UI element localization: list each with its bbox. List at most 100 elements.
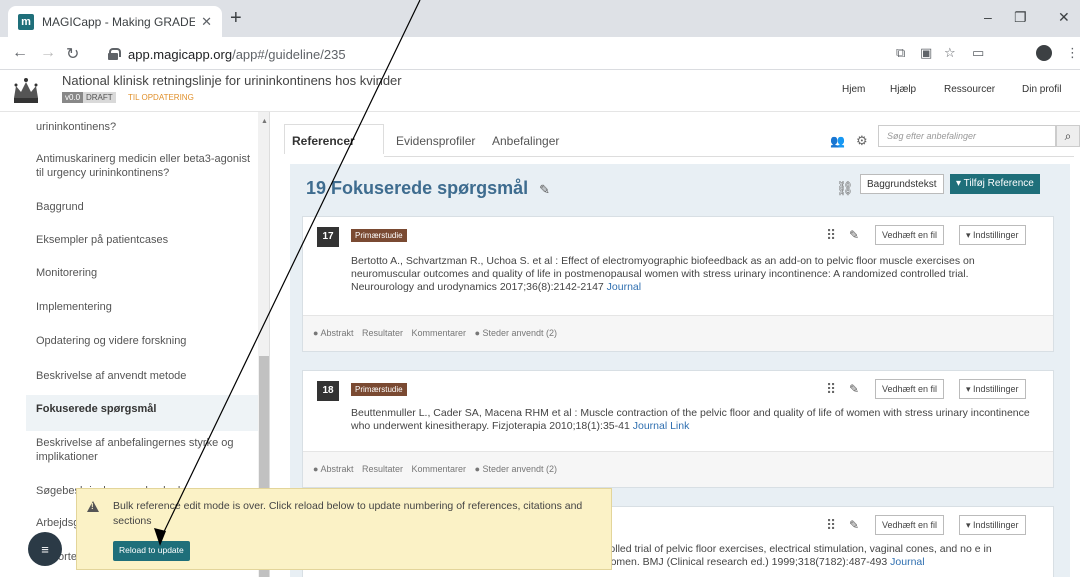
version-badge: v0.0 xyxy=(62,92,84,103)
settings-dropdown-button[interactable]: ▾ Indstillinger xyxy=(959,225,1026,245)
users-icon[interactable]: 👥 xyxy=(830,134,845,148)
reload-to-update-button[interactable]: Reload to update xyxy=(113,541,190,561)
section-number: 19 xyxy=(306,178,327,198)
reference-citation: trolled trial of pelvic floor exercises,… xyxy=(603,543,1003,569)
drag-handle-icon[interactable]: ⠿ xyxy=(826,517,836,534)
sidebar-item[interactable]: Implementering xyxy=(36,300,256,314)
back-arrow-icon[interactable]: ← xyxy=(12,44,28,62)
tabs-divider xyxy=(284,156,1074,157)
browser-toolbar: ← → ↻ app.magicapp.org/app#/guideline/23… xyxy=(0,37,1080,70)
sidebar-item[interactable]: Beskrivelse af anbefalingernes styrke og… xyxy=(36,436,256,464)
reference-number: 17 xyxy=(317,227,339,247)
study-type-badge: Primærstudie xyxy=(351,229,407,242)
drag-handle-icon[interactable]: ⠿ xyxy=(826,381,836,398)
address-bar[interactable]: app.magicapp.org/app#/guideline/235 xyxy=(108,42,868,66)
tab-title: MAGICapp - Making GRADE the xyxy=(42,14,196,29)
guideline-title: National klinisk retningslinje for urini… xyxy=(62,73,402,88)
update-status-label: TIL OPDATERING xyxy=(128,93,194,102)
translate-icon[interactable]: ▣ xyxy=(920,45,932,61)
warning-icon xyxy=(87,501,99,512)
edit-pencil-icon[interactable]: ✎ xyxy=(849,228,859,242)
section-title-text: Fokuserede spørgsmål xyxy=(331,178,529,198)
url-path: /app#/guideline/235 xyxy=(232,46,346,62)
new-tab-button[interactable]: + xyxy=(230,8,242,28)
tab-recommendations[interactable]: Anbefalinger xyxy=(492,134,559,148)
crown-logo-icon[interactable] xyxy=(10,76,42,106)
sidebar-item[interactable]: Monitorering xyxy=(36,266,256,280)
results-tab[interactable]: Resultater xyxy=(362,328,403,338)
reference-card: 17 Primærstudie ⠿ ✎ Vedhæft en fil ▾ Ind… xyxy=(302,216,1054,352)
reference-citation: Beuttenmuller L., Cader SA, Macena RHM e… xyxy=(351,407,1031,433)
journal-link[interactable]: Journal xyxy=(890,556,924,568)
search-icon[interactable]: ⌕ xyxy=(1056,125,1080,147)
share-icon[interactable]: ⧉ xyxy=(896,45,905,61)
sidebar-item[interactable]: Baggrund xyxy=(36,200,256,214)
edit-pencil-icon[interactable]: ✎ xyxy=(849,518,859,532)
nav-help[interactable]: Hjælp xyxy=(890,84,916,95)
citation-text: trolled trial of pelvic floor exercises,… xyxy=(603,543,992,568)
sidebar-item[interactable]: Opdatering og videre forskning xyxy=(36,334,256,348)
nav-profile[interactable]: Din profil xyxy=(1022,84,1061,95)
tab-close-icon[interactable]: ✕ xyxy=(201,14,212,30)
reference-card: 18 Primærstudie ⠿ ✎ Vedhæft en fil ▾ Ind… xyxy=(302,370,1054,488)
section-title: 19 Fokuserede spørgsmål ✎ xyxy=(306,178,550,199)
journal-link[interactable]: Journal xyxy=(607,281,641,293)
add-reference-button[interactable]: ▾ Tilføj Reference xyxy=(950,174,1040,194)
browser-menu-icon[interactable]: ⋮ xyxy=(1066,45,1079,61)
edit-pencil-icon[interactable]: ✎ xyxy=(849,382,859,396)
scroll-up-arrow-icon[interactable]: ▲ xyxy=(261,118,268,125)
chat-fab-button[interactable]: ≡ xyxy=(28,532,62,566)
citation-text: Bertotto A., Schvartzman R., Uchoa S. et… xyxy=(351,255,975,293)
url-host: app.magicapp.org xyxy=(128,46,233,62)
bookmark-star-icon[interactable]: ☆ xyxy=(944,45,956,61)
sidebar-item-active[interactable]: Fokuserede spørgsmål xyxy=(36,402,256,416)
sidebar-item[interactable]: urininkontinens? xyxy=(36,120,256,134)
browser-tab-bar: m MAGICapp - Making GRADE the ✕ + – ❐ ✕ xyxy=(0,0,1080,37)
attach-file-button[interactable]: Vedhæft en fil xyxy=(875,515,945,535)
extension-icon[interactable]: ▭ xyxy=(972,45,984,61)
attach-file-button[interactable]: Vedhæft en fil xyxy=(875,379,945,399)
window-close-button[interactable]: ✕ xyxy=(1058,9,1070,26)
notification-message: Bulk reference edit mode is over. Click … xyxy=(113,500,583,527)
sidebar-item[interactable]: Antimuskarinerg medicin eller beta3-agon… xyxy=(36,152,256,180)
edit-pencil-icon[interactable]: ✎ xyxy=(539,182,550,197)
tab-evidence-profiles[interactable]: Evidensprofiler xyxy=(396,134,475,148)
abstract-tab[interactable]: ● Abstrakt xyxy=(313,464,353,474)
comments-tab[interactable]: Kommentarer xyxy=(412,464,467,474)
nav-resources[interactable]: Ressourcer xyxy=(944,84,995,95)
forward-arrow-icon[interactable]: → xyxy=(40,44,56,62)
tab-references[interactable]: Referencer xyxy=(292,134,355,148)
nav-home[interactable]: Hjem xyxy=(842,84,865,95)
active-tab-gap xyxy=(284,154,384,157)
reference-footer: ● Abstrakt Resultater Kommentarer ● Sted… xyxy=(303,315,1053,351)
results-tab[interactable]: Resultater xyxy=(362,464,403,474)
drag-handle-icon[interactable]: ⠿ xyxy=(826,227,836,244)
search-input[interactable]: Søg efter anbefalinger xyxy=(878,125,1056,147)
profile-avatar-icon[interactable] xyxy=(1036,45,1052,61)
comments-tab[interactable]: Kommentarer xyxy=(412,328,467,338)
journal-link[interactable]: Journal Link xyxy=(633,420,690,432)
sidebar-item[interactable]: Eksempler på patientcases xyxy=(36,233,256,247)
browser-tab[interactable]: m MAGICapp - Making GRADE the ✕ xyxy=(8,6,222,37)
abstract-tab[interactable]: ● Abstrakt xyxy=(313,328,353,338)
window-maximize-button[interactable]: ❐ xyxy=(1014,9,1027,26)
reload-notification: Bulk reference edit mode is over. Click … xyxy=(76,488,612,570)
background-text-button[interactable]: Baggrundstekst xyxy=(860,174,944,194)
sidebar-item[interactable]: Beskrivelse af anvendt metode xyxy=(36,369,256,383)
attach-file-button[interactable]: Vedhæft en fil xyxy=(875,225,945,245)
reference-footer: ● Abstrakt Resultater Kommentarer ● Sted… xyxy=(303,451,1053,487)
app-header: National klinisk retningslinje for urini… xyxy=(0,70,1080,112)
reference-citation: Bertotto A., Schvartzman R., Uchoa S. et… xyxy=(351,255,1031,294)
study-type-badge: Primærstudie xyxy=(351,383,407,396)
used-in-tab[interactable]: ● Steder anvendt (2) xyxy=(475,328,557,338)
gear-icon[interactable]: ⚙ xyxy=(856,133,868,149)
used-in-tab[interactable]: ● Steder anvendt (2) xyxy=(475,464,557,474)
citation-text: Beuttenmuller L., Cader SA, Macena RHM e… xyxy=(351,407,1030,432)
window-minimize-button[interactable]: – xyxy=(984,9,992,25)
settings-dropdown-button[interactable]: ▾ Indstillinger xyxy=(959,515,1026,535)
reload-icon[interactable]: ↻ xyxy=(66,44,79,64)
draft-badge: DRAFT xyxy=(83,92,116,103)
magicapp-favicon-icon: m xyxy=(18,13,34,30)
link-icon[interactable]: ⛓ xyxy=(836,180,854,197)
settings-dropdown-button[interactable]: ▾ Indstillinger xyxy=(959,379,1026,399)
